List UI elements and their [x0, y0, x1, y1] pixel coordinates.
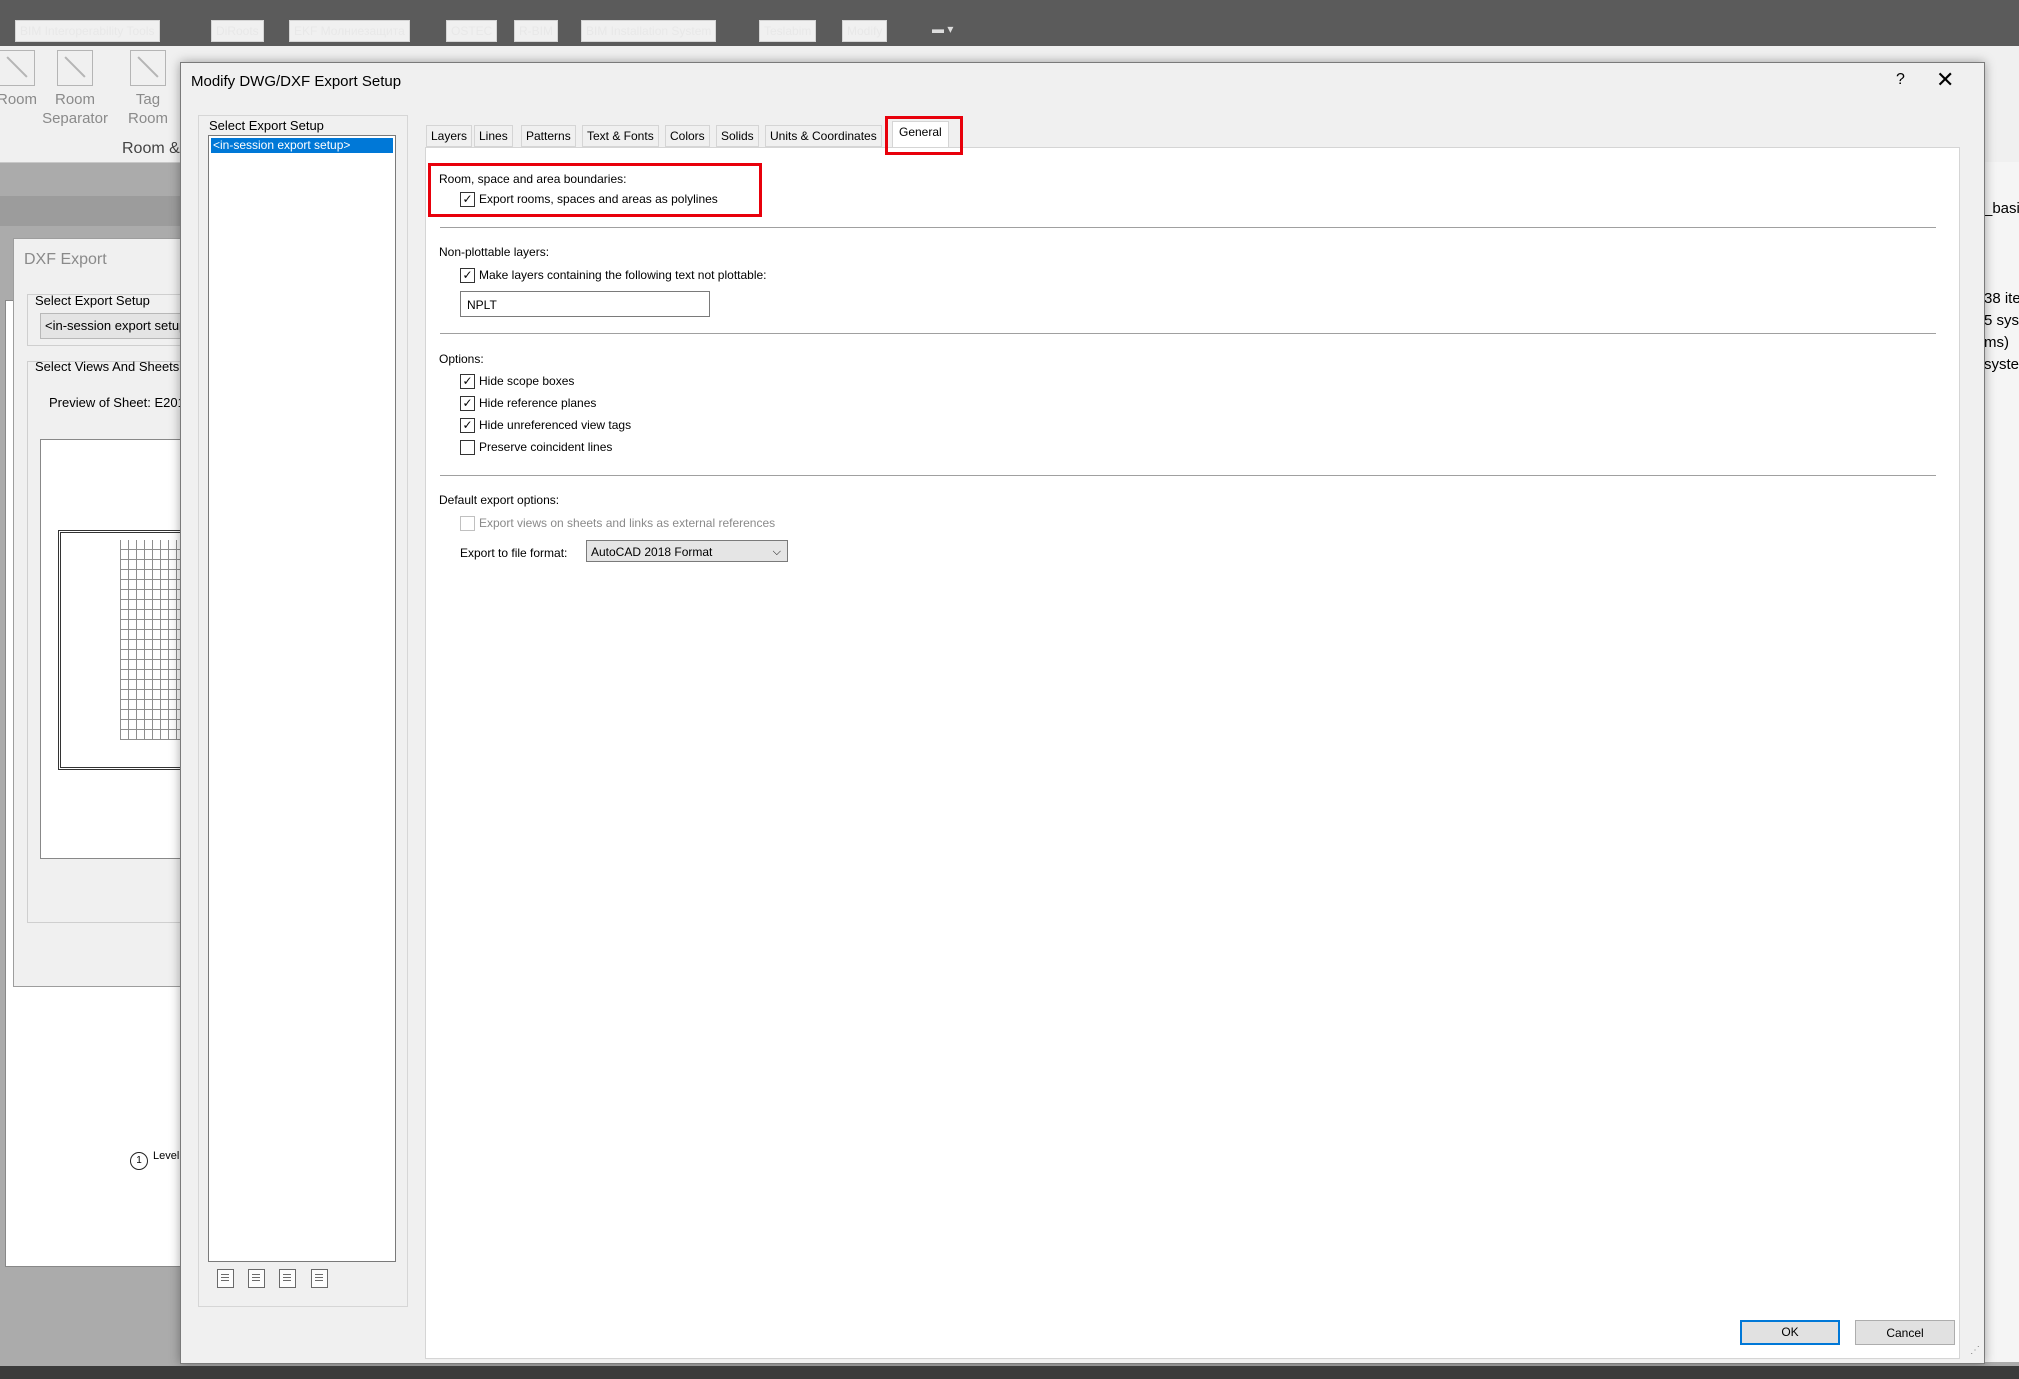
ok-button[interactable]: OK: [1740, 1320, 1840, 1345]
nonplottable-section-label: Non-plottable layers:: [439, 245, 550, 259]
select-export-setup-label: Select Export Setup: [207, 118, 326, 133]
room-ribbon-button[interactable]: Room: [0, 50, 42, 109]
cancel-button[interactable]: Cancel: [1855, 1320, 1955, 1345]
duplicate-setup-icon: [248, 1269, 265, 1288]
room-separator-icon: [57, 50, 93, 86]
section-divider: [440, 475, 1936, 476]
ribbon-tab-modify[interactable]: Modify: [842, 20, 888, 42]
hide-reference-planes-label: Hide reference planes: [479, 396, 597, 410]
hide-scope-boxes-checkbox[interactable]: ✓: [460, 374, 475, 389]
general-tab-panel: [425, 147, 1960, 1359]
level-label: Level: [153, 1150, 180, 1162]
ribbon-tab-ostec[interactable]: OSTEC: [446, 20, 498, 42]
ribbon-tab-bim-installation[interactable]: BIM Installation System: [581, 20, 717, 42]
chevron-down-icon: ⌵: [772, 546, 781, 558]
ribbon-tab-teslabim[interactable]: Teslabim: [759, 20, 817, 42]
tab-text-fonts[interactable]: Text & Fonts: [582, 125, 659, 147]
rename-setup-icon: [279, 1269, 296, 1288]
ribbon-tab-bar: BIM Interoperability Tools DiRoots EKF М…: [0, 0, 2019, 46]
dxf-preview-label: Preview of Sheet: E201: [49, 395, 185, 410]
hide-reference-planes-checkbox[interactable]: ✓: [460, 396, 475, 411]
close-icon[interactable]: ✕: [1936, 67, 1954, 93]
sheet-preview-drawing: [120, 540, 180, 740]
tab-patterns[interactable]: Patterns: [521, 125, 576, 147]
section-divider: [440, 333, 1936, 334]
external-references-checkbox: [460, 516, 475, 531]
tag-room-ribbon-button[interactable]: Tag Room: [120, 50, 176, 128]
tab-units-coordinates[interactable]: Units & Coordinates: [765, 125, 882, 147]
ribbon-tab-ekf[interactable]: EKF Молниезащита: [289, 20, 410, 42]
room-boundaries-section-label: Room, space and area boundaries:: [439, 172, 627, 186]
section-divider: [440, 227, 1936, 228]
room-icon: [0, 50, 35, 86]
preserve-coincident-lines-label: Preserve coincident lines: [479, 440, 613, 454]
ribbon-tab-bim-interoperability[interactable]: BIM Interoperability Tools: [15, 20, 160, 42]
dxf-select-setup-label: Select Export Setup: [35, 293, 150, 308]
highlight-general-tab: [885, 116, 963, 155]
export-setup-item[interactable]: <in-session export setup>: [211, 138, 393, 153]
dxf-export-title: DXF Export: [24, 251, 107, 268]
room-separator-ribbon-button[interactable]: Room Separator: [40, 50, 110, 128]
level-marker: 1: [130, 1152, 148, 1170]
external-references-label: Export views on sheets and links as exte…: [479, 516, 776, 530]
ribbon-dropdown-icon[interactable]: ▬ ▾: [932, 22, 953, 36]
preserve-coincident-lines-checkbox[interactable]: [460, 440, 475, 455]
right-pane-text: _basi: [1984, 200, 2019, 217]
help-button[interactable]: ?: [1896, 71, 1905, 89]
ribbon-tab-diroots[interactable]: DiRoots: [211, 20, 264, 42]
rename-setup-button[interactable]: [279, 1269, 299, 1289]
dialog-title: Modify DWG/DXF Export Setup: [191, 73, 402, 90]
file-format-label: Export to file format:: [460, 546, 568, 560]
resize-grip-icon[interactable]: ⋰: [1970, 1345, 1980, 1356]
options-section-label: Options:: [439, 352, 484, 366]
tab-solids[interactable]: Solids: [716, 125, 759, 147]
tab-colors[interactable]: Colors: [665, 125, 710, 147]
new-setup-button[interactable]: [217, 1269, 237, 1289]
tag-room-icon: [130, 50, 166, 86]
ribbon-panel-label: Room &: [122, 140, 180, 157]
right-pane-text: 5 syst: [1984, 312, 2019, 329]
hide-unreferenced-view-tags-label: Hide unreferenced view tags: [479, 418, 632, 432]
duplicate-setup-button[interactable]: [248, 1269, 268, 1289]
nonplottable-checkbox[interactable]: ✓: [460, 268, 475, 283]
file-format-select[interactable]: AutoCAD 2018 Format ⌵: [586, 540, 788, 562]
default-export-section-label: Default export options:: [439, 493, 560, 507]
project-browser-pane: _basi 38 ite 5 syst ms) syste: [1980, 162, 2019, 1362]
tab-lines[interactable]: Lines: [474, 125, 513, 147]
dxf-select-views-label: Select Views And Sheets: [35, 359, 180, 374]
delete-setup-icon: [311, 1269, 328, 1288]
nonplottable-text-input[interactable]: NPLT: [460, 291, 710, 317]
file-format-value: AutoCAD 2018 Format: [591, 545, 713, 559]
export-rooms-label: Export rooms, spaces and areas as polyli…: [479, 192, 718, 206]
tab-layers[interactable]: Layers: [426, 125, 473, 147]
export-rooms-checkbox[interactable]: ✓: [460, 192, 475, 207]
hide-scope-boxes-label: Hide scope boxes: [479, 374, 575, 388]
right-pane-text: 38 ite: [1984, 290, 2019, 307]
nonplottable-label: Make layers containing the following tex…: [479, 268, 767, 282]
new-setup-icon: [217, 1269, 234, 1288]
hide-unreferenced-view-tags-checkbox[interactable]: ✓: [460, 418, 475, 433]
right-pane-text: syste: [1984, 356, 2019, 373]
status-bar: [0, 1366, 2019, 1379]
delete-setup-button[interactable]: [311, 1269, 331, 1289]
ribbon-tab-rbim[interactable]: R-BIM: [514, 20, 558, 42]
right-pane-text: ms): [1984, 334, 2009, 351]
export-setup-list[interactable]: <in-session export setup>: [208, 135, 396, 1262]
